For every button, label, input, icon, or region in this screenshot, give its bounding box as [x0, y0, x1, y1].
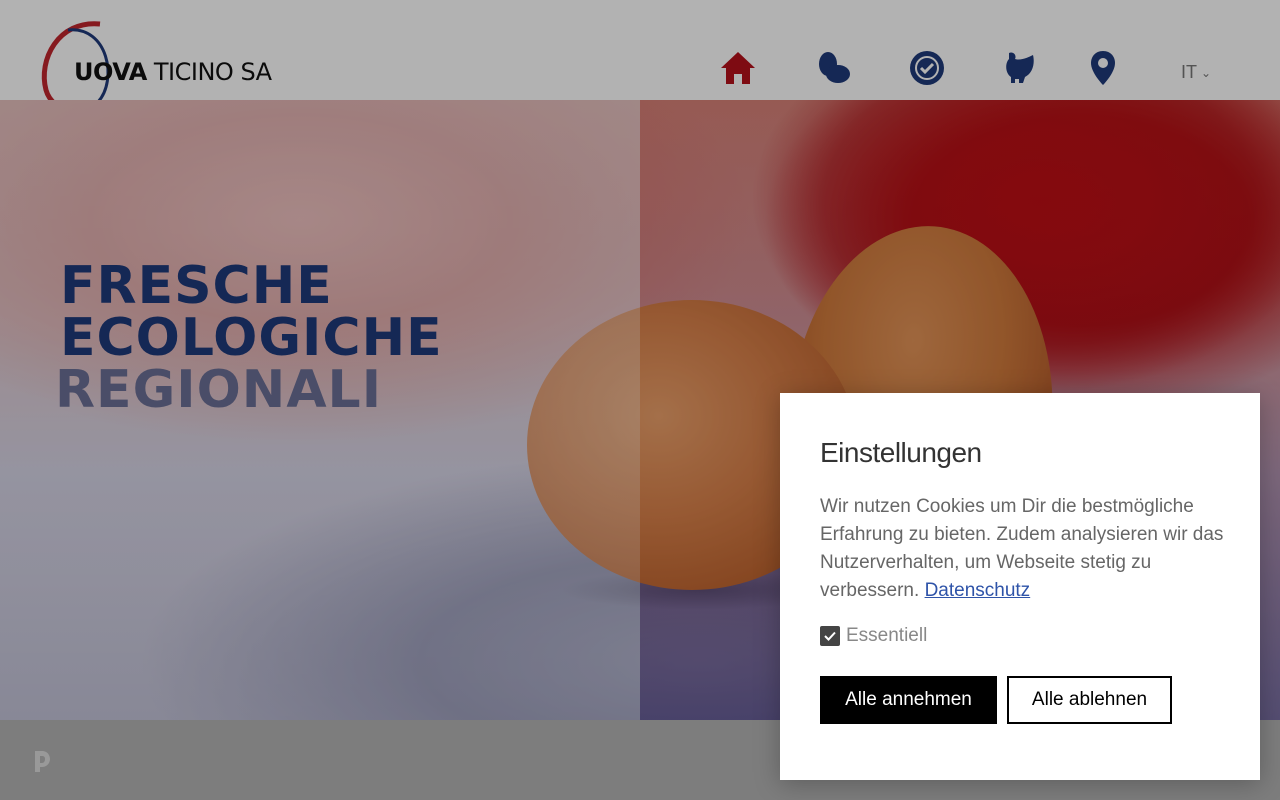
- dialog-title: Einstellungen: [820, 437, 982, 468]
- essential-checkbox-row[interactable]: Essentiell: [820, 625, 927, 647]
- checkmark-icon: [824, 631, 836, 641]
- footer-logo-icon: [32, 748, 52, 774]
- dialog-text: Wir nutzen Cookies um Dir die bestmöglic…: [820, 493, 1230, 605]
- cookie-dialog: Einstellungen Wir nutzen Cookies um Dir …: [780, 393, 1260, 780]
- reject-all-button[interactable]: Alle ablehnen: [1007, 676, 1172, 724]
- essential-checkbox[interactable]: [820, 626, 840, 646]
- accept-all-button[interactable]: Alle annehmen: [820, 676, 997, 724]
- privacy-link[interactable]: Datenschutz: [925, 580, 1031, 601]
- essential-checkbox-label: Essentiell: [846, 625, 928, 646]
